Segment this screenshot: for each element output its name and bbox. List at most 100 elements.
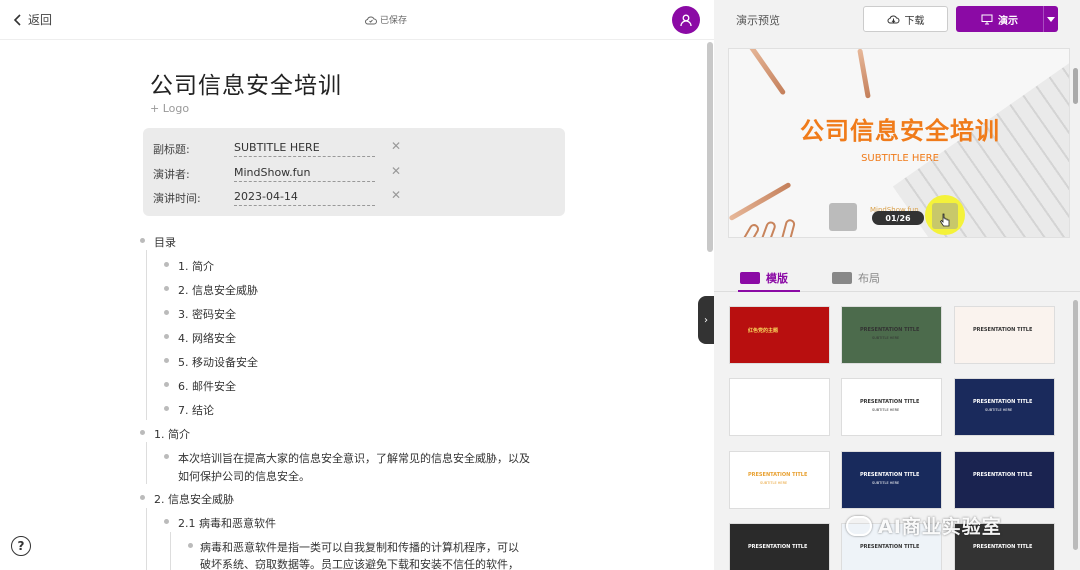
clear-date-icon[interactable]: ✕: [391, 188, 401, 202]
bullet: [164, 454, 169, 459]
back-button[interactable]: 返回: [12, 11, 52, 28]
template-title: PRESENTATION TITLE: [860, 399, 920, 405]
template-scrollbar[interactable]: [1073, 300, 1078, 550]
template-thumbnail[interactable]: PRESENTATION TITLE SUBTITLE HERE: [841, 451, 942, 509]
tab-layout[interactable]: 布局: [832, 270, 880, 286]
cloud-download-icon: [887, 15, 899, 23]
download-button[interactable]: 下载: [863, 6, 948, 32]
bullet: [164, 262, 169, 267]
bullet: [164, 334, 169, 339]
collapse-panel-button[interactable]: ›: [698, 296, 714, 344]
tab-templates-label: 模版: [766, 272, 788, 285]
outline-guide: [146, 508, 147, 570]
watermark: AI商业实验室: [846, 512, 1002, 539]
clear-subtitle-icon[interactable]: ✕: [391, 139, 401, 153]
add-logo-button[interactable]: + Logo: [150, 102, 189, 115]
saved-label: 已保存: [380, 16, 408, 26]
outline-guide: [170, 532, 171, 570]
presentation-icon: [981, 14, 993, 24]
present-dropdown-button[interactable]: [1043, 6, 1058, 32]
outline-item[interactable]: 1. 简介: [178, 258, 214, 274]
bullet: [140, 430, 145, 435]
outline-text[interactable]: 本次培训旨在提高大家的信息安全意识，了解常见的信息安全威胁，以及: [178, 450, 530, 466]
outline-item[interactable]: 4. 网络安全: [178, 330, 236, 346]
bullet: [140, 238, 145, 243]
user-avatar[interactable]: [672, 6, 700, 34]
outline-guide: [146, 250, 147, 420]
bullet: [164, 286, 169, 291]
outline-text[interactable]: 破坏系统、窃取数据等。员工应该避免下载和安装不信任的软件，: [200, 556, 519, 570]
paperclip-decoration: [758, 220, 778, 237]
outline-item-toc[interactable]: 目录: [154, 234, 176, 250]
chevron-right-icon: ›: [704, 314, 708, 326]
paperclip-decoration: [739, 222, 761, 237]
bullet: [164, 310, 169, 315]
slide-counter: 01/26: [872, 211, 924, 225]
template-title: PRESENTATION TITLE: [973, 399, 1033, 405]
template-title: PRESENTATION TITLE: [748, 544, 808, 550]
hand-cursor-icon: [939, 213, 950, 227]
top-bar: 返回 已保存: [0, 0, 714, 40]
active-tab-indicator: [738, 290, 800, 292]
template-subtitle: SUBTITLE HERE: [760, 481, 788, 485]
template-title: PRESENTATION TITLE: [860, 472, 920, 478]
subtitle-label: 副标题:: [153, 143, 190, 156]
template-thumbnail[interactable]: PRESENTATION TITLE SUBTITLE HERE: [729, 451, 830, 509]
clear-speaker-icon[interactable]: ✕: [391, 164, 401, 178]
template-subtitle: SUBTITLE HERE: [760, 408, 788, 412]
template-thumbnail[interactable]: 红色党的主题: [729, 306, 830, 364]
outline-item[interactable]: 6. 邮件安全: [178, 378, 236, 394]
editor-pane: 返回 已保存 公司信息安全培训 + Logo 副标题: SUBTITLE HER…: [0, 0, 714, 570]
template-title: PRESENTATION TITLE: [860, 327, 920, 333]
save-status: 已保存: [365, 13, 407, 26]
cloud-check-icon: [365, 16, 377, 24]
outline-item[interactable]: 3. 密码安全: [178, 306, 236, 322]
template-thumbnail[interactable]: PRESENTATION TITLE: [954, 306, 1055, 364]
slide-title: 公司信息安全培训: [800, 117, 1000, 145]
layout-icon: [832, 272, 852, 284]
pen-decoration: [729, 181, 792, 222]
outline-item[interactable]: 5. 移动设备安全: [178, 354, 258, 370]
subtitle-input[interactable]: SUBTITLE HERE: [234, 141, 375, 157]
editor-scrollbar[interactable]: [707, 42, 713, 252]
template-subtitle: SUBTITLE HERE: [872, 408, 900, 412]
outline-item[interactable]: 2. 信息安全威胁: [178, 282, 258, 298]
template-title: PRESENTATION TITLE: [973, 544, 1033, 550]
tab-templates[interactable]: 模版: [740, 270, 788, 286]
template-thumbnail[interactable]: PRESENTATION TITLE SUBTITLE HERE: [954, 378, 1055, 436]
outline-item[interactable]: 1. 简介: [154, 426, 190, 442]
template-tabs: 模版 布局: [714, 262, 1080, 292]
template-title: PRESENTATION TITLE: [973, 472, 1033, 478]
document-title[interactable]: 公司信息安全培训: [150, 66, 342, 100]
present-button[interactable]: 演示: [956, 6, 1043, 32]
outline-text[interactable]: 病毒和恶意软件是指一类可以自我复制和传播的计算机程序，可以: [200, 539, 519, 555]
outline-item[interactable]: 2. 信息安全威胁: [154, 491, 234, 507]
speaker-label: 演讲者:: [153, 168, 190, 181]
caret-down-icon: [1047, 16, 1055, 22]
pen-decoration: [747, 49, 787, 96]
template-title: PRESENTATION TITLE: [973, 327, 1033, 333]
bullet: [140, 495, 145, 500]
template-thumbnail[interactable]: PRESENTATION TITLE SUBTITLE HERE: [841, 306, 942, 364]
date-input[interactable]: 2023-04-14: [234, 190, 375, 206]
template-thumbnail[interactable]: PRESENTATION TITLE SUBTITLE HERE: [729, 378, 830, 436]
preview-scrollbar[interactable]: [1073, 68, 1078, 104]
previous-slide-button[interactable]: [829, 203, 857, 231]
help-button[interactable]: ?: [11, 536, 31, 556]
watermark-text: AI商业实验室: [878, 516, 1002, 538]
outline-item[interactable]: 2.1 病毒和恶意软件: [178, 515, 276, 531]
template-title: PRESENTATION TITLE: [748, 399, 808, 405]
download-label: 下载: [904, 15, 925, 27]
date-row: 演讲时间: 2023-04-14 ✕: [153, 185, 563, 207]
outline-item[interactable]: 7. 结论: [178, 402, 214, 418]
outline-text[interactable]: 如何保护公司的信息安全。: [178, 468, 310, 484]
slide-subtitle: SUBTITLE HERE: [861, 153, 939, 164]
template-thumbnail[interactable]: PRESENTATION TITLE SUBTITLE HERE: [841, 378, 942, 436]
chat-bubble-icon: [846, 515, 872, 536]
app-root: 返回 已保存 公司信息安全培训 + Logo 副标题: SUBTITLE HER…: [0, 0, 1080, 570]
pen-decoration: [857, 49, 871, 99]
slide-preview[interactable]: 公司信息安全培训 SUBTITLE HERE MindShow.fun 01/2…: [728, 48, 1070, 238]
template-thumbnail[interactable]: PRESENTATION TITLE: [954, 451, 1055, 509]
speaker-input[interactable]: MindShow.fun: [234, 166, 375, 182]
template-thumbnail[interactable]: PRESENTATION TITLE: [729, 523, 830, 570]
